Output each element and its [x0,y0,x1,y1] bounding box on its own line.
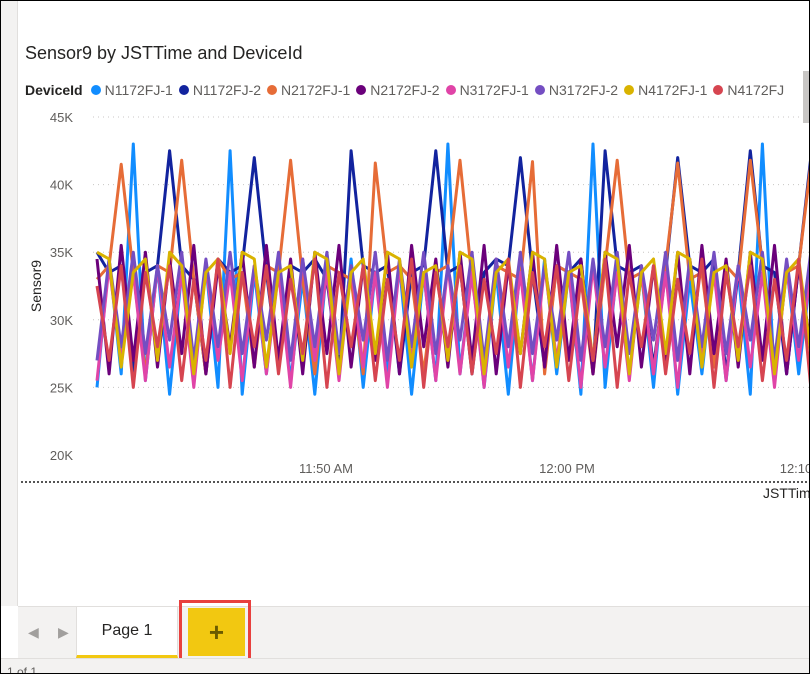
y-tick-label: 30K [50,313,73,328]
status-bar: 1 of 1 [1,658,809,674]
x-tick-label: 12:10 [780,461,810,476]
page-tab-bar: ◀ ▶ Page 1 [18,606,809,659]
y-axis-title: Sensor9 [28,260,44,312]
x-axis-title: JSTTime [763,485,810,501]
legend-scrollbar[interactable] [803,71,809,123]
visual-border [21,481,809,483]
chevron-left-icon[interactable]: ◀ [28,624,39,641]
report-window: Sensor9 by JSTTime and DeviceId DeviceId… [0,0,810,674]
page-count: 1 of 1 [7,665,38,674]
y-tick-label: 40K [50,178,73,193]
tab-page-1[interactable]: Page 1 [76,607,178,658]
y-tick-label: 20K [50,448,73,463]
y-tick-label: 45K [50,110,73,125]
line-chart: 20K 25K 30K 35K 40K 45K 11:50 AM 12:00 PM 12:10 S… [28,110,810,501]
y-tick-label: 25K [50,380,73,395]
x-tick-label: 12:00 PM [539,461,595,476]
add-page-highlight [179,600,251,662]
x-tick-label: 11:50 AM [299,461,353,476]
chevron-right-icon[interactable]: ▶ [58,624,69,641]
y-tick-label: 35K [50,245,73,260]
